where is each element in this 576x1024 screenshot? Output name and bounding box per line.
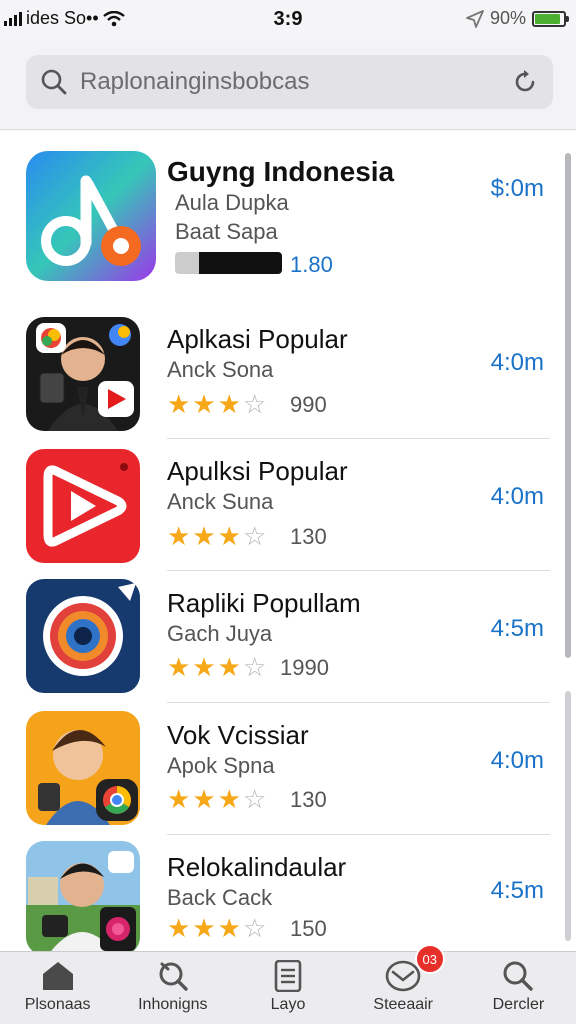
list-item[interactable]: Guyng Indonesia Aula Dupka Baat Sapa 1.8… [0, 131, 560, 301]
app-subtitle: Back Cack [167, 885, 273, 910]
rating-stars: ★ ★ ★ ☆ [167, 523, 266, 549]
tab-bar: Plsonaas Inhonigns Layo 03 Steeaair Derc… [0, 944, 576, 1024]
app-size[interactable]: 4:5m [491, 877, 544, 905]
star-filled-icon: ★ [192, 913, 216, 943]
play-button-icon[interactable] [26, 449, 140, 563]
tab-dercler[interactable]: Dercler [461, 952, 576, 1024]
tab-plsonaas[interactable]: Plsonaas [0, 952, 115, 1024]
document-icon [274, 960, 302, 992]
battery-icon [532, 10, 569, 27]
app-size[interactable]: 4:5m [491, 615, 544, 643]
star-filled-icon: ★ [217, 521, 241, 551]
tab-label: Steeaair [373, 996, 433, 1013]
rating-count: 150 [290, 916, 327, 941]
tab-label: Inhonigns [138, 996, 208, 1013]
search-input[interactable]: Raplonainginsbobcas [80, 68, 511, 96]
search-area: Raplonainginsbobcas [0, 40, 576, 130]
rating-count: 130 [290, 787, 327, 812]
star-filled-icon: ★ [217, 913, 241, 943]
star-filled-icon: ★ [167, 784, 191, 814]
app-subtitle: Gach Juya [167, 621, 273, 646]
location-arrow-icon [466, 9, 484, 28]
star-empty-icon: ☆ [242, 652, 267, 682]
music-note-icon[interactable] [26, 151, 156, 281]
app-subtitle: Apok Spna [167, 753, 275, 778]
app-title: Vok Vcissiar [167, 720, 309, 750]
app-size[interactable]: 4:0m [491, 349, 544, 377]
rating-stars: ★ ★ ★ ☆ [167, 786, 266, 812]
rating-stars: ★ ★ ★ ☆ [167, 915, 266, 941]
progress-bar [175, 252, 282, 274]
tab-steeaair[interactable]: 03 Steeaair [346, 944, 461, 1024]
app-title: Rapliki Popullam [167, 588, 361, 618]
tab-label: Plsonaas [24, 996, 91, 1013]
star-filled-icon: ★ [192, 521, 216, 551]
star-filled-icon: ★ [217, 652, 241, 682]
app-list[interactable]: Guyng Indonesia Aula Dupka Baat Sapa 1.8… [0, 131, 576, 951]
home-icon [42, 962, 73, 990]
app-size[interactable]: 4:0m [491, 483, 544, 511]
scrollbar-track [565, 691, 571, 941]
app-size[interactable]: $:0m [491, 175, 544, 203]
app-subtitle: Aula Dupka [175, 190, 289, 215]
search-tool-icon [159, 962, 188, 991]
rating-count: 990 [290, 392, 327, 417]
scrollbar[interactable] [565, 153, 571, 658]
tab-label: Dercler [492, 996, 545, 1013]
rating-stars: ★ ★ ★ ☆ [167, 391, 266, 417]
star-filled-icon: ★ [192, 389, 216, 419]
rating-count: 1990 [280, 655, 329, 680]
app-subtitle-2: Baat Sapa [175, 219, 278, 244]
refresh-icon[interactable] [511, 68, 539, 96]
star-filled-icon: ★ [217, 389, 241, 419]
rating-count: 130 [290, 524, 327, 549]
star-empty-icon: ☆ [242, 913, 267, 943]
star-filled-icon: ★ [217, 784, 241, 814]
rating-stars: ★ ★ ★ ☆ [167, 654, 266, 680]
star-empty-icon: ☆ [242, 389, 267, 419]
app-size[interactable]: 4:0m [491, 747, 544, 775]
search-bar[interactable]: Raplonainginsbobcas [26, 55, 553, 109]
search-icon [41, 69, 67, 95]
app-subtitle: Anck Sona [167, 357, 274, 382]
app-title: Aplkasi Popular [167, 324, 348, 354]
progress-value: 1.80 [290, 252, 333, 277]
app-title: Relokalindaular [167, 852, 347, 882]
star-filled-icon: ★ [167, 652, 191, 682]
star-filled-icon: ★ [167, 913, 191, 943]
list-item[interactable]: Aplkasi Popular Anck Sona ★ ★ ★ ☆ 990 4:0m [0, 307, 560, 439]
app-title: Guyng Indonesia [167, 156, 395, 187]
person-photo-icon[interactable] [26, 841, 140, 951]
person-video-icon[interactable] [26, 317, 140, 431]
cartoon-person-icon[interactable] [26, 711, 140, 825]
tab-layo[interactable]: Layo [230, 952, 345, 1024]
star-empty-icon: ☆ [242, 784, 267, 814]
star-filled-icon: ★ [167, 521, 191, 551]
camera-lens-icon[interactable] [26, 579, 140, 693]
tab-inhonigns[interactable]: Inhonigns [115, 952, 230, 1024]
battery-percent: 90% [489, 8, 526, 28]
status-right: 90% [466, 8, 569, 29]
list-item[interactable]: Apulksi Popular Anck Suna ★ ★ ★ ☆ 130 4:0m [0, 439, 560, 571]
star-filled-icon: ★ [192, 784, 216, 814]
star-filled-icon: ★ [192, 652, 216, 682]
app-subtitle: Anck Suna [167, 489, 274, 514]
search-icon [503, 961, 534, 991]
star-empty-icon: ☆ [242, 521, 267, 551]
tab-label: Layo [270, 996, 306, 1013]
notification-badge: 03 [414, 944, 445, 974]
app-title: Apulksi Popular [167, 456, 348, 486]
status-bar: ides So•• 3:9 90% [0, 0, 576, 40]
list-item[interactable]: Rapliki Popullam Gach Juya ★ ★ ★ ☆ 1990 4:5… [0, 571, 560, 703]
list-item[interactable]: Relokalindaular Back Cack ★ ★ ★ ☆ 150 4:5m [0, 835, 560, 951]
list-item[interactable]: Vok Vcissiar Apok Spna ★ ★ ★ ☆ 130 4:0m [0, 703, 560, 835]
star-filled-icon: ★ [167, 389, 191, 419]
